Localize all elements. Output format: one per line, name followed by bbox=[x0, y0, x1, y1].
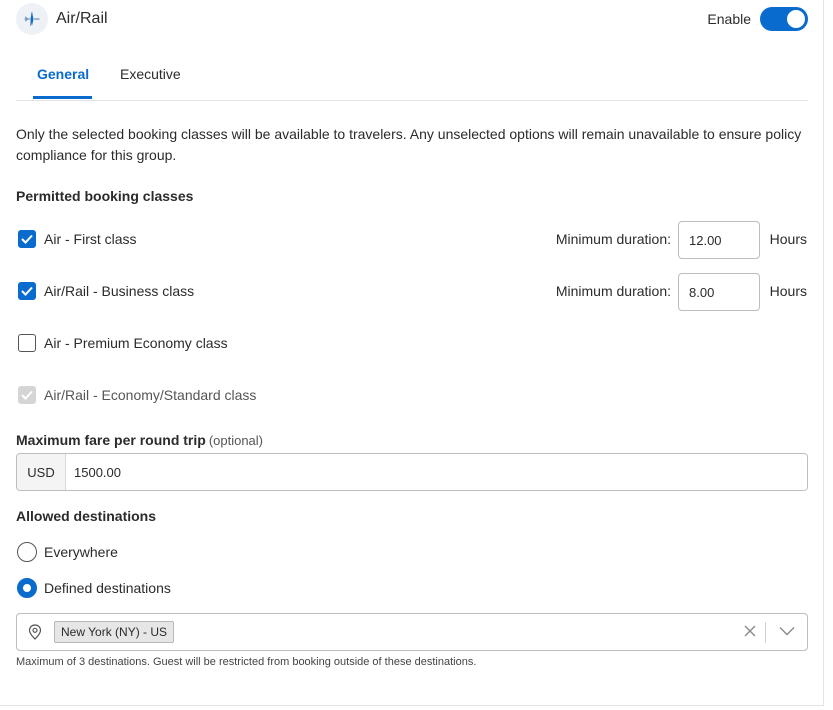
hours-unit: Hours bbox=[769, 283, 807, 299]
location-pin-icon bbox=[28, 624, 42, 640]
intro-text: Only the selected booking classes will b… bbox=[16, 126, 802, 163]
check-icon bbox=[21, 390, 33, 400]
active-tab-indicator bbox=[33, 96, 92, 99]
booking-class-row: Air/Rail - Economy/Standard class bbox=[16, 377, 808, 415]
close-icon[interactable] bbox=[743, 624, 757, 638]
booking-classes-heading: Permitted booking classes bbox=[16, 188, 194, 204]
chevron-down-icon[interactable] bbox=[779, 626, 795, 636]
check-icon bbox=[21, 234, 33, 244]
premium-economy-checkbox[interactable] bbox=[18, 334, 36, 352]
air-rail-policy-card: Air/Rail Enable General Executive Only t… bbox=[0, 0, 824, 706]
business-class-checkbox[interactable] bbox=[18, 282, 36, 300]
plane-icon bbox=[16, 3, 48, 35]
booking-class-row: Air - Premium Economy class bbox=[16, 325, 808, 363]
everywhere-label: Everywhere bbox=[44, 544, 118, 560]
economy-checkbox bbox=[18, 386, 36, 404]
check-icon bbox=[21, 286, 33, 296]
min-duration-label: Minimum duration: bbox=[555, 231, 671, 247]
booking-class-row: Air/Rail - Business class Minimum durati… bbox=[16, 273, 808, 311]
max-fare-heading: Maximum fare per round trip (optional) bbox=[16, 432, 263, 448]
defined-destinations-label: Defined destinations bbox=[44, 580, 171, 596]
enable-toggle[interactable] bbox=[760, 7, 808, 31]
first-class-label: Air - First class bbox=[44, 231, 137, 247]
first-class-checkbox[interactable] bbox=[18, 230, 36, 248]
premium-economy-label: Air - Premium Economy class bbox=[44, 335, 228, 351]
everywhere-option[interactable]: Everywhere bbox=[16, 541, 416, 565]
min-duration-label: Minimum duration: bbox=[555, 283, 671, 299]
currency-prefix: USD bbox=[17, 454, 66, 490]
economy-label: Air/Rail - Economy/Standard class bbox=[44, 387, 257, 403]
business-class-label: Air/Rail - Business class bbox=[44, 283, 195, 299]
tab-executive[interactable]: Executive bbox=[120, 66, 181, 82]
destination-select[interactable]: New York (NY) - US bbox=[16, 613, 808, 651]
tab-bar: General Executive bbox=[16, 56, 808, 101]
destination-chip[interactable]: New York (NY) - US bbox=[54, 621, 175, 643]
everywhere-radio[interactable] bbox=[17, 542, 37, 562]
business-class-duration-input[interactable] bbox=[678, 273, 760, 311]
first-class-duration-input[interactable] bbox=[678, 221, 760, 259]
tab-general[interactable]: General bbox=[37, 66, 89, 82]
destinations-hint: Maximum of 3 destinations. Guest will be… bbox=[16, 656, 477, 668]
card-header: Air/Rail Enable bbox=[16, 2, 808, 36]
max-fare-input[interactable] bbox=[66, 454, 807, 490]
toggle-knob bbox=[787, 10, 805, 28]
page-title: Air/Rail bbox=[56, 10, 108, 27]
defined-destinations-option[interactable]: Defined destinations bbox=[16, 577, 416, 601]
defined-destinations-radio[interactable] bbox=[17, 578, 37, 598]
max-fare-field: USD bbox=[16, 453, 808, 491]
booking-class-row: Air - First class Minimum duration: Hour… bbox=[16, 221, 808, 259]
max-fare-title: Maximum fare per round trip bbox=[16, 432, 206, 448]
destinations-heading: Allowed destinations bbox=[16, 508, 157, 524]
divider bbox=[765, 622, 766, 643]
enable-label: Enable bbox=[707, 11, 751, 27]
optional-label: (optional) bbox=[208, 433, 264, 448]
hours-unit: Hours bbox=[769, 231, 807, 247]
